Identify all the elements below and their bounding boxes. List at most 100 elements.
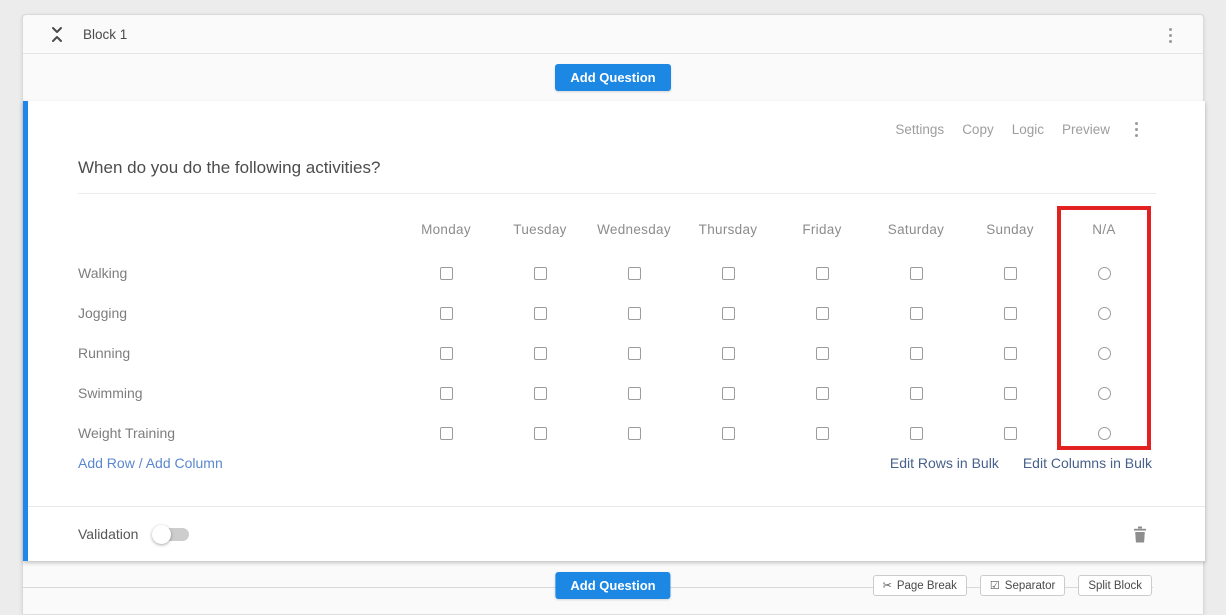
trash-icon[interactable] [1133,526,1147,548]
checkbox-swimming-tuesday[interactable] [534,387,547,400]
question-title[interactable]: When do you do the following activities? [78,158,380,178]
checkbox-weight-training-friday[interactable] [816,427,829,440]
checkbox-jogging-saturday[interactable] [910,307,923,320]
checkbox-weight-training-monday[interactable] [440,427,453,440]
add-column-link[interactable]: Add Column [146,455,223,471]
radio-weight-training-na[interactable] [1098,427,1111,440]
matrix-cell [963,267,1057,280]
separator-button[interactable]: ☑ Separator [980,575,1065,596]
matrix-cell [493,347,587,360]
checkbox-jogging-thursday[interactable] [722,307,735,320]
column-header-sunday[interactable]: Sunday [963,222,1057,237]
matrix-cell [587,427,681,440]
radio-jogging-na[interactable] [1098,307,1111,320]
checkbox-swimming-saturday[interactable] [910,387,923,400]
checkbox-walking-wednesday[interactable] [628,267,641,280]
row-label[interactable]: Weight Training [78,425,399,441]
matrix-cell [1057,307,1151,320]
matrix-cell [963,387,1057,400]
radio-running-na[interactable] [1098,347,1111,360]
question-kebab-menu-icon[interactable] [1132,119,1141,140]
matrix-cell [963,307,1057,320]
checkbox-walking-sunday[interactable] [1004,267,1017,280]
checkbox-walking-friday[interactable] [816,267,829,280]
split-block-label: Split Block [1088,580,1142,592]
checkbox-swimming-monday[interactable] [440,387,453,400]
add-question-row-top: Add Question [23,54,1203,101]
row-label[interactable]: Walking [78,265,399,281]
column-header-tuesday[interactable]: Tuesday [493,222,587,237]
checkbox-running-tuesday[interactable] [534,347,547,360]
toolbar-item-logic[interactable]: Logic [1012,122,1044,137]
column-header-na[interactable]: N/A [1057,222,1151,237]
checkbox-weight-training-sunday[interactable] [1004,427,1017,440]
matrix-cell [399,427,493,440]
toolbar-item-copy[interactable]: Copy [962,122,994,137]
matrix-cell [1057,267,1151,280]
checkbox-swimming-wednesday[interactable] [628,387,641,400]
checkbox-jogging-tuesday[interactable] [534,307,547,320]
block-footer: Add Question ✂ Page Break ☑ Separator Sp… [23,561,1203,615]
checkbox-jogging-friday[interactable] [816,307,829,320]
checkbox-running-monday[interactable] [440,347,453,360]
checkbox-weight-training-tuesday[interactable] [534,427,547,440]
column-header-wednesday[interactable]: Wednesday [587,222,681,237]
matrix-header-row: MondayTuesdayWednesdayThursdayFridaySatu… [78,206,1151,253]
split-block-button[interactable]: Split Block [1078,575,1152,596]
question-toolbar: Settings Copy Logic Preview [895,119,1141,140]
validation-toggle[interactable] [152,525,190,544]
checkbox-weight-training-wednesday[interactable] [628,427,641,440]
page-break-button[interactable]: ✂ Page Break [873,575,967,596]
toolbar-item-settings[interactable]: Settings [895,122,944,137]
edit-rows-in-bulk-link[interactable]: Edit Rows in Bulk [890,455,999,471]
checkbox-jogging-monday[interactable] [440,307,453,320]
checkbox-running-friday[interactable] [816,347,829,360]
add-question-button-top[interactable]: Add Question [555,64,670,91]
edit-columns-in-bulk-link[interactable]: Edit Columns in Bulk [1023,455,1152,471]
radio-walking-na[interactable] [1098,267,1111,280]
matrix-cell [493,427,587,440]
column-header-monday[interactable]: Monday [399,222,493,237]
matrix-row: Walking [78,253,1151,293]
checked-box-icon: ☑ [990,579,1000,592]
add-row-link[interactable]: Add Row [78,455,135,471]
row-label[interactable]: Jogging [78,305,399,321]
checkbox-swimming-friday[interactable] [816,387,829,400]
checkbox-walking-tuesday[interactable] [534,267,547,280]
toolbar-item-preview[interactable]: Preview [1062,122,1110,137]
checkbox-weight-training-saturday[interactable] [910,427,923,440]
checkbox-weight-training-thursday[interactable] [722,427,735,440]
matrix-cell [587,387,681,400]
matrix-cell [587,307,681,320]
checkbox-swimming-sunday[interactable] [1004,387,1017,400]
checkbox-jogging-sunday[interactable] [1004,307,1017,320]
column-header-friday[interactable]: Friday [775,222,869,237]
add-question-button-bottom[interactable]: Add Question [555,572,670,599]
checkbox-running-saturday[interactable] [910,347,923,360]
question-card[interactable]: Settings Copy Logic Preview When do you do … [23,101,1205,561]
matrix-cell [681,267,775,280]
row-label[interactable]: Running [78,345,399,361]
row-label[interactable]: Swimming [78,385,399,401]
checkbox-jogging-wednesday[interactable] [628,307,641,320]
matrix-cell [681,427,775,440]
checkbox-walking-thursday[interactable] [722,267,735,280]
checkbox-swimming-thursday[interactable] [722,387,735,400]
checkbox-running-thursday[interactable] [722,347,735,360]
column-header-saturday[interactable]: Saturday [869,222,963,237]
checkbox-walking-monday[interactable] [440,267,453,280]
matrix-row: Running [78,333,1151,373]
matrix-cell [775,347,869,360]
matrix-cell [775,267,869,280]
column-header-thursday[interactable]: Thursday [681,222,775,237]
validation-label: Validation [78,526,138,542]
page-break-label: Page Break [897,580,957,592]
checkbox-walking-saturday[interactable] [910,267,923,280]
radio-swimming-na[interactable] [1098,387,1111,400]
checkbox-running-sunday[interactable] [1004,347,1017,360]
checkbox-running-wednesday[interactable] [628,347,641,360]
matrix-row: Weight Training [78,413,1151,453]
matrix-cell [399,387,493,400]
block-kebab-menu-icon[interactable] [1166,25,1175,46]
collapse-block-icon[interactable] [50,26,64,48]
